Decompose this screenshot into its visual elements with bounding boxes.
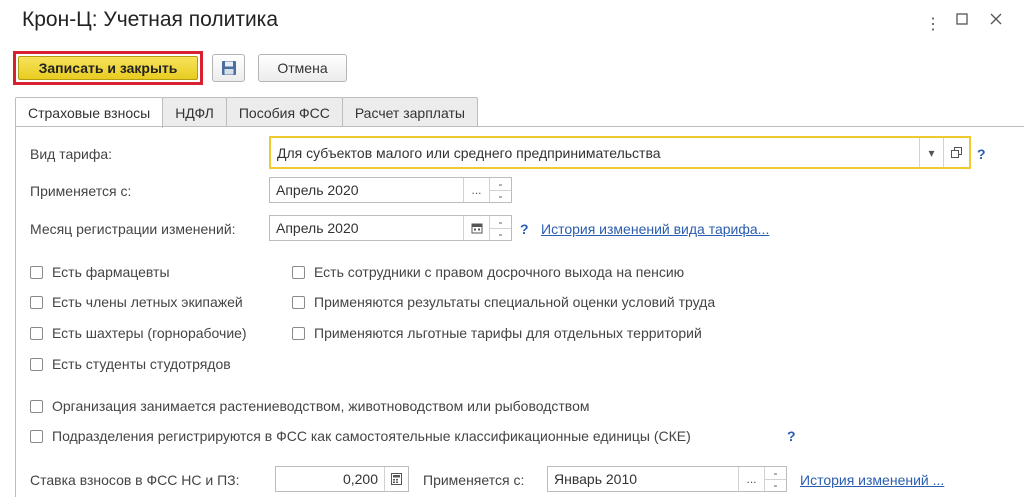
checkbox-box[interactable] (30, 265, 43, 279)
fss-rate-value: 0,200 (342, 471, 378, 487)
floppy-disk-icon (221, 61, 236, 75)
ske-help-icon[interactable]: ? (787, 428, 796, 444)
cancel-button[interactable]: Отмена (258, 54, 347, 82)
select-button[interactable]: ... (738, 467, 764, 491)
calculator-icon[interactable] (384, 467, 408, 491)
checkbox-box[interactable] (30, 295, 43, 309)
stepper-up-icon[interactable]: - (490, 178, 511, 190)
calendar-icon[interactable] (463, 216, 489, 240)
checkbox-box[interactable] (30, 357, 43, 371)
checkbox-ske[interactable]: Подразделения регистрируются в ФСС как с… (30, 428, 691, 444)
checkbox-label: Применяются результаты специальной оценк… (314, 294, 716, 310)
stepper-down-icon[interactable]: - (765, 478, 786, 491)
save-and-close-button-frame: Записать и закрыть (13, 51, 203, 85)
fss-applies-field[interactable]: Январь 2010 ... -- (547, 466, 787, 492)
open-form-icon[interactable] (943, 138, 969, 167)
checkbox-box[interactable] (292, 265, 305, 279)
checkbox-flight-crew[interactable]: Есть члены летных экипажей (30, 294, 243, 310)
fss-rate-label: Ставка взносов в ФСС НС и ПЗ: (30, 472, 240, 488)
tab-fss-benefits[interactable]: Пособия ФСС (225, 97, 343, 127)
dropdown-arrow-icon[interactable]: ▾ (919, 138, 943, 167)
checkbox-box[interactable] (292, 326, 305, 340)
window-title: Крон-Ц: Учетная политика (22, 8, 278, 31)
checkbox-box[interactable] (30, 399, 43, 413)
applies-from-value: Апрель 2020 (276, 182, 359, 198)
stepper-up-icon[interactable]: - (490, 216, 511, 228)
tab-panel-border-left (15, 126, 16, 497)
fss-applies-value: Январь 2010 (554, 471, 638, 487)
checkbox-label: Есть сотрудники с правом досрочного выхо… (314, 264, 685, 280)
checkbox-label: Есть студенты студотрядов (52, 356, 231, 372)
checkbox-box[interactable] (30, 326, 43, 340)
fss-applies-label: Применяется с: (423, 472, 525, 488)
select-button[interactable]: ... (463, 178, 489, 202)
maximize-icon[interactable] (956, 13, 968, 25)
checkbox-label: Есть члены летных экипажей (52, 294, 243, 310)
checkbox-label: Есть фармацевты (52, 264, 170, 280)
stepper-up-icon[interactable]: - (765, 467, 786, 479)
more-icon[interactable]: ⋮ (925, 14, 941, 34)
tariff-type-value: Для субъектов малого или среднего предпр… (277, 144, 661, 161)
checkbox-label: Есть шахтеры (горнорабочие) (52, 325, 247, 341)
tab-ndfl[interactable]: НДФЛ (162, 97, 227, 127)
reg-month-value: Апрель 2020 (276, 220, 359, 236)
reg-month-stepper[interactable]: -- (489, 216, 511, 240)
tariff-history-link[interactable]: История изменений вида тарифа... (541, 221, 769, 237)
tab-payroll[interactable]: Расчет зарплаты (341, 97, 478, 127)
fss-rate-field[interactable]: 0,200 (275, 466, 409, 492)
checkbox-miners[interactable]: Есть шахтеры (горнорабочие) (30, 325, 247, 341)
reg-month-help-icon[interactable]: ? (520, 221, 529, 237)
checkbox-box[interactable] (30, 429, 43, 443)
applies-from-field[interactable]: Апрель 2020 ... -- (269, 177, 512, 203)
checkbox-label: Подразделения регистрируются в ФСС как с… (52, 428, 691, 444)
checkbox-label: Применяются льготные тарифы для отдельны… (314, 325, 702, 341)
fss-history-link[interactable]: История изменений ... (800, 472, 944, 488)
stepper-down-icon[interactable]: - (490, 189, 511, 202)
checkbox-special-assessment[interactable]: Применяются результаты специальной оценк… (292, 294, 715, 310)
reg-month-field[interactable]: Апрель 2020 -- (269, 215, 512, 241)
checkbox-agriculture[interactable]: Организация занимается растениеводством,… (30, 398, 589, 414)
checkbox-pharmacists[interactable]: Есть фармацевты (30, 264, 170, 280)
fss-period-stepper[interactable]: -- (764, 467, 786, 491)
tab-bar: Страховые взносы НДФЛ Пособия ФСС Расчет… (15, 97, 478, 128)
tab-insurance-contributions[interactable]: Страховые взносы (15, 97, 164, 128)
checkbox-label: Организация занимается растениеводством,… (52, 398, 590, 414)
stepper-down-icon[interactable]: - (490, 227, 511, 240)
reg-month-label: Месяц регистрации изменений: (30, 221, 236, 237)
save-button[interactable] (212, 54, 245, 82)
close-icon[interactable] (990, 13, 1002, 25)
period-stepper[interactable]: -- (489, 178, 511, 202)
save-and-close-button[interactable]: Записать и закрыть (18, 56, 198, 80)
checkbox-early-retirement[interactable]: Есть сотрудники с правом досрочного выхо… (292, 264, 684, 280)
checkbox-territory-tariffs[interactable]: Применяются льготные тарифы для отдельны… (292, 325, 702, 341)
tariff-type-select[interactable]: Для субъектов малого или среднего предпр… (269, 136, 971, 169)
tariff-type-label: Вид тарифа: (30, 146, 113, 162)
tariff-type-help-icon[interactable]: ? (977, 146, 986, 162)
checkbox-students[interactable]: Есть студенты студотрядов (30, 356, 231, 372)
tab-panel-border (15, 126, 1024, 127)
applies-from-label: Применяется с: (30, 183, 132, 199)
checkbox-box[interactable] (292, 295, 305, 309)
